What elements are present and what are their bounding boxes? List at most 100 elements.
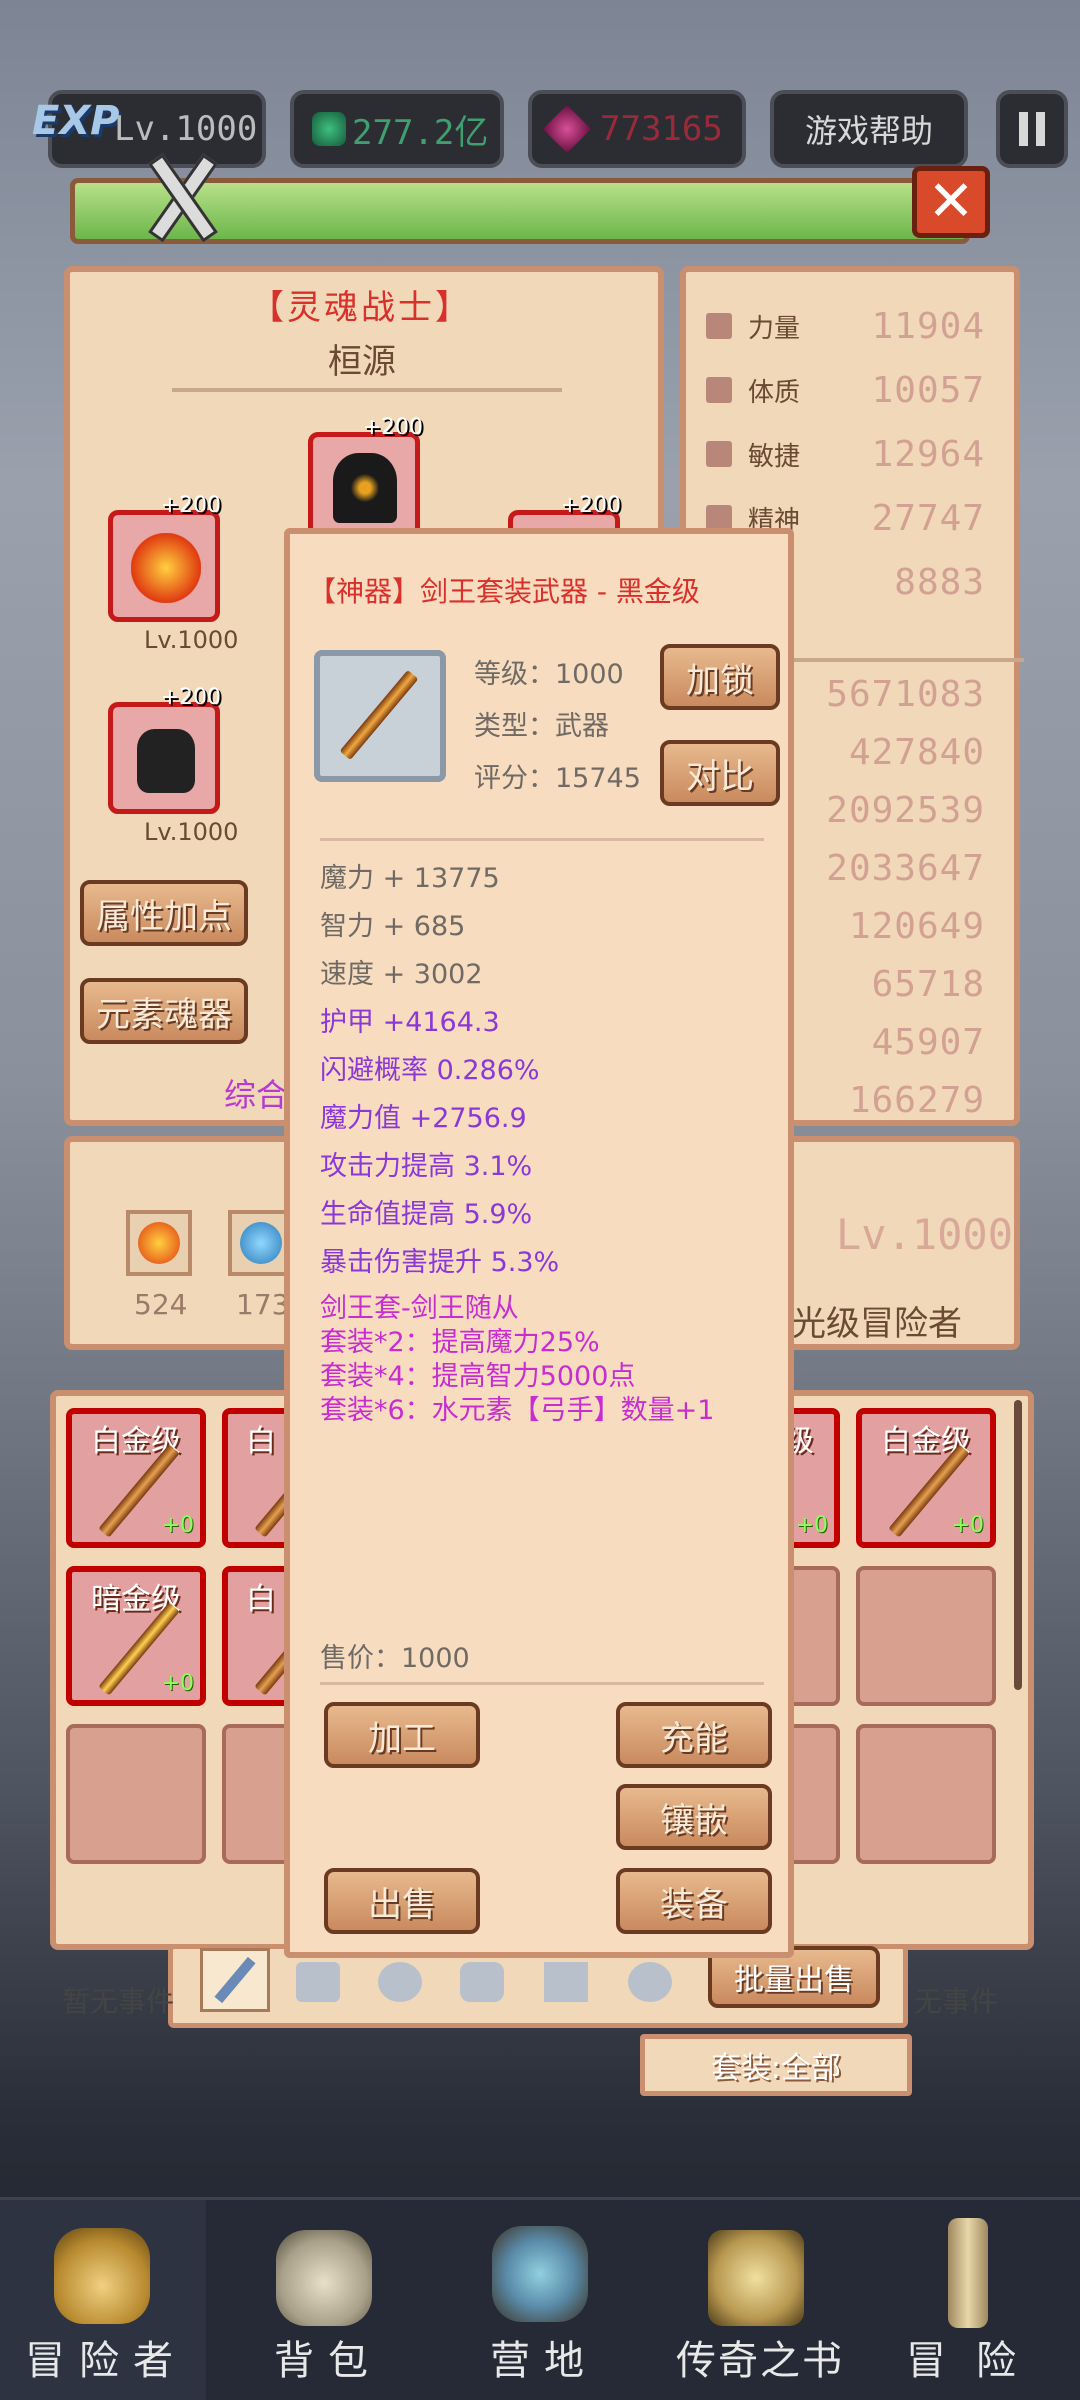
ruby-box: 773165 bbox=[528, 90, 746, 168]
crossed-swords-icon bbox=[140, 150, 220, 243]
close-button[interactable]: ✕ bbox=[912, 166, 990, 238]
inlay-button-label: 镶嵌 bbox=[660, 1800, 728, 1841]
stat-label: 力量 bbox=[748, 313, 801, 344]
extra-attr: 攻击力提高 3.1% bbox=[320, 1151, 533, 1182]
popup-divider-bottom bbox=[320, 1682, 764, 1685]
sword-icon bbox=[948, 2218, 988, 2328]
item-rarity: 白金级 bbox=[881, 1424, 971, 1459]
attribute-points-label: 属性加点 bbox=[96, 896, 232, 937]
base-attr: 速度 + 3002 bbox=[320, 959, 483, 990]
equip-slot-gloves[interactable]: +200 bbox=[108, 685, 221, 814]
inventory-scrollbar[interactable] bbox=[1014, 1400, 1022, 1690]
help-button[interactable]: 游戏帮助 bbox=[770, 90, 968, 168]
pause-button[interactable] bbox=[996, 90, 1068, 168]
exp-badge: EXP bbox=[32, 98, 120, 144]
gem-count: 277.2亿 bbox=[352, 112, 489, 153]
charge-button-label: 充能 bbox=[660, 1718, 728, 1759]
tab-helmet[interactable] bbox=[378, 1962, 422, 2002]
extra-attr: 魔力值 +2756.9 bbox=[320, 1103, 527, 1134]
nav-camp[interactable]: 营地 bbox=[438, 2200, 644, 2400]
stat-value: 2033647 bbox=[826, 847, 985, 889]
inventory-item[interactable]: 暗金级 +0 bbox=[66, 1566, 206, 1706]
lock-button[interactable]: 加锁 bbox=[660, 644, 780, 710]
tab-chest[interactable] bbox=[544, 1962, 588, 2002]
inventory-empty-slot[interactable] bbox=[66, 1724, 206, 1864]
set-filter-label: 套装:全部 bbox=[710, 2051, 842, 2086]
gem-box: 277.2亿 bbox=[290, 90, 504, 168]
sword-icon bbox=[214, 1956, 256, 2004]
class-title: 【灵魂战士】 bbox=[250, 288, 472, 328]
inventory-item[interactable]: 白金级 +0 bbox=[856, 1408, 996, 1548]
ruby-count: 773165 bbox=[600, 109, 723, 149]
sell-button[interactable]: 出售 bbox=[324, 1868, 480, 1934]
book-icon bbox=[708, 2230, 804, 2326]
bulk-sell-label: 批量出售 bbox=[734, 1963, 854, 1998]
inventory-empty-slot[interactable] bbox=[856, 1566, 996, 1706]
nav-book[interactable]: 传奇之书 bbox=[654, 2200, 860, 2400]
fire-essence-icon bbox=[126, 1210, 192, 1276]
extra-attr: 生命值提高 5.9% bbox=[320, 1199, 533, 1230]
stat-value: 65718 bbox=[871, 963, 985, 1005]
fire-essence-count: 524 bbox=[134, 1288, 188, 1321]
charge-button[interactable]: 充能 bbox=[616, 1702, 772, 1768]
help-button-label: 游戏帮助 bbox=[804, 112, 933, 150]
inventory-empty-slot[interactable] bbox=[856, 1724, 996, 1864]
set-bonus: 套装*6：水元素【弓手】数量+1 bbox=[320, 1395, 715, 1426]
nav-adventure-label: 冒险 bbox=[906, 2338, 1046, 2384]
nav-adventurer[interactable]: 冒险者 bbox=[0, 2200, 206, 2400]
process-button[interactable]: 加工 bbox=[324, 1702, 480, 1768]
stat-value: 10057 bbox=[871, 369, 985, 411]
lock-button-label: 加锁 bbox=[686, 660, 754, 701]
nav-adventure[interactable]: 冒险 bbox=[870, 2200, 1076, 2400]
stat-value: 166279 bbox=[848, 1079, 985, 1121]
popup-divider bbox=[320, 838, 764, 841]
backpack-icon bbox=[276, 2230, 372, 2326]
element-soul-button[interactable]: 元素魂器 bbox=[80, 978, 248, 1044]
boot-icon bbox=[706, 441, 732, 467]
tab-weapon[interactable] bbox=[200, 1948, 270, 2012]
sell-button-label: 出售 bbox=[368, 1884, 436, 1925]
equip-slot-weapon[interactable]: +200 bbox=[108, 493, 221, 622]
base-attr: 魔力 + 13775 bbox=[320, 863, 500, 894]
item-plus: +0 bbox=[161, 1671, 194, 1696]
composite-label: 综合 bbox=[224, 1076, 289, 1114]
equip-button[interactable]: 装备 bbox=[616, 1868, 772, 1934]
nav-adventurer-label: 冒险者 bbox=[25, 2338, 187, 2384]
heart-icon bbox=[706, 377, 732, 403]
tab-ring[interactable] bbox=[628, 1962, 672, 2002]
rank-title: 光级冒险者 bbox=[792, 1304, 962, 1344]
gloves-icon bbox=[137, 729, 195, 793]
helmet-icon bbox=[54, 2228, 150, 2324]
tab-accessory[interactable] bbox=[460, 1962, 504, 2002]
slot-level: Lv.1000 bbox=[144, 626, 239, 654]
item-plus: +0 bbox=[951, 1513, 984, 1538]
item-title: 【神器】剑王套装武器 - 黑金级 bbox=[308, 575, 700, 608]
extra-attr: 护甲 +4164.3 bbox=[320, 1007, 500, 1038]
item-plus: +0 bbox=[795, 1513, 828, 1538]
stat-value: 11904 bbox=[871, 305, 985, 347]
item-level: 等级：1000 bbox=[474, 659, 624, 690]
tab-armor[interactable] bbox=[296, 1962, 340, 2002]
slot-plus: +200 bbox=[160, 493, 221, 518]
stat-value: 5671083 bbox=[826, 673, 985, 715]
flame-sword-icon bbox=[131, 533, 201, 603]
pause-icon bbox=[1019, 112, 1045, 146]
inlay-button[interactable]: 镶嵌 bbox=[616, 1784, 772, 1850]
compare-button[interactable]: 对比 bbox=[660, 740, 780, 806]
stat-value: 27747 bbox=[871, 497, 985, 539]
rank-level: Lv.1000 bbox=[836, 1210, 1014, 1259]
stat-value: 2092539 bbox=[826, 789, 985, 831]
compare-button-label: 对比 bbox=[686, 756, 754, 797]
inventory-item[interactable]: 白金级 +0 bbox=[66, 1408, 206, 1548]
item-rarity: 暗金级 bbox=[91, 1582, 181, 1617]
nav-backpack[interactable]: 背包 bbox=[222, 2200, 428, 2400]
sword-icon bbox=[339, 669, 419, 761]
stat-constitution: 体质 10057 bbox=[700, 362, 995, 418]
slot-plus: +200 bbox=[560, 493, 621, 518]
set-filter-dropdown[interactable]: 套装:全部 bbox=[640, 2034, 912, 2096]
item-type: 类型：武器 bbox=[474, 711, 609, 742]
item-plus: +0 bbox=[161, 1513, 194, 1538]
attribute-points-button[interactable]: 属性加点 bbox=[80, 880, 248, 946]
strength-icon bbox=[706, 313, 732, 339]
extra-attr: 暴击伤害提升 5.3% bbox=[320, 1247, 560, 1278]
